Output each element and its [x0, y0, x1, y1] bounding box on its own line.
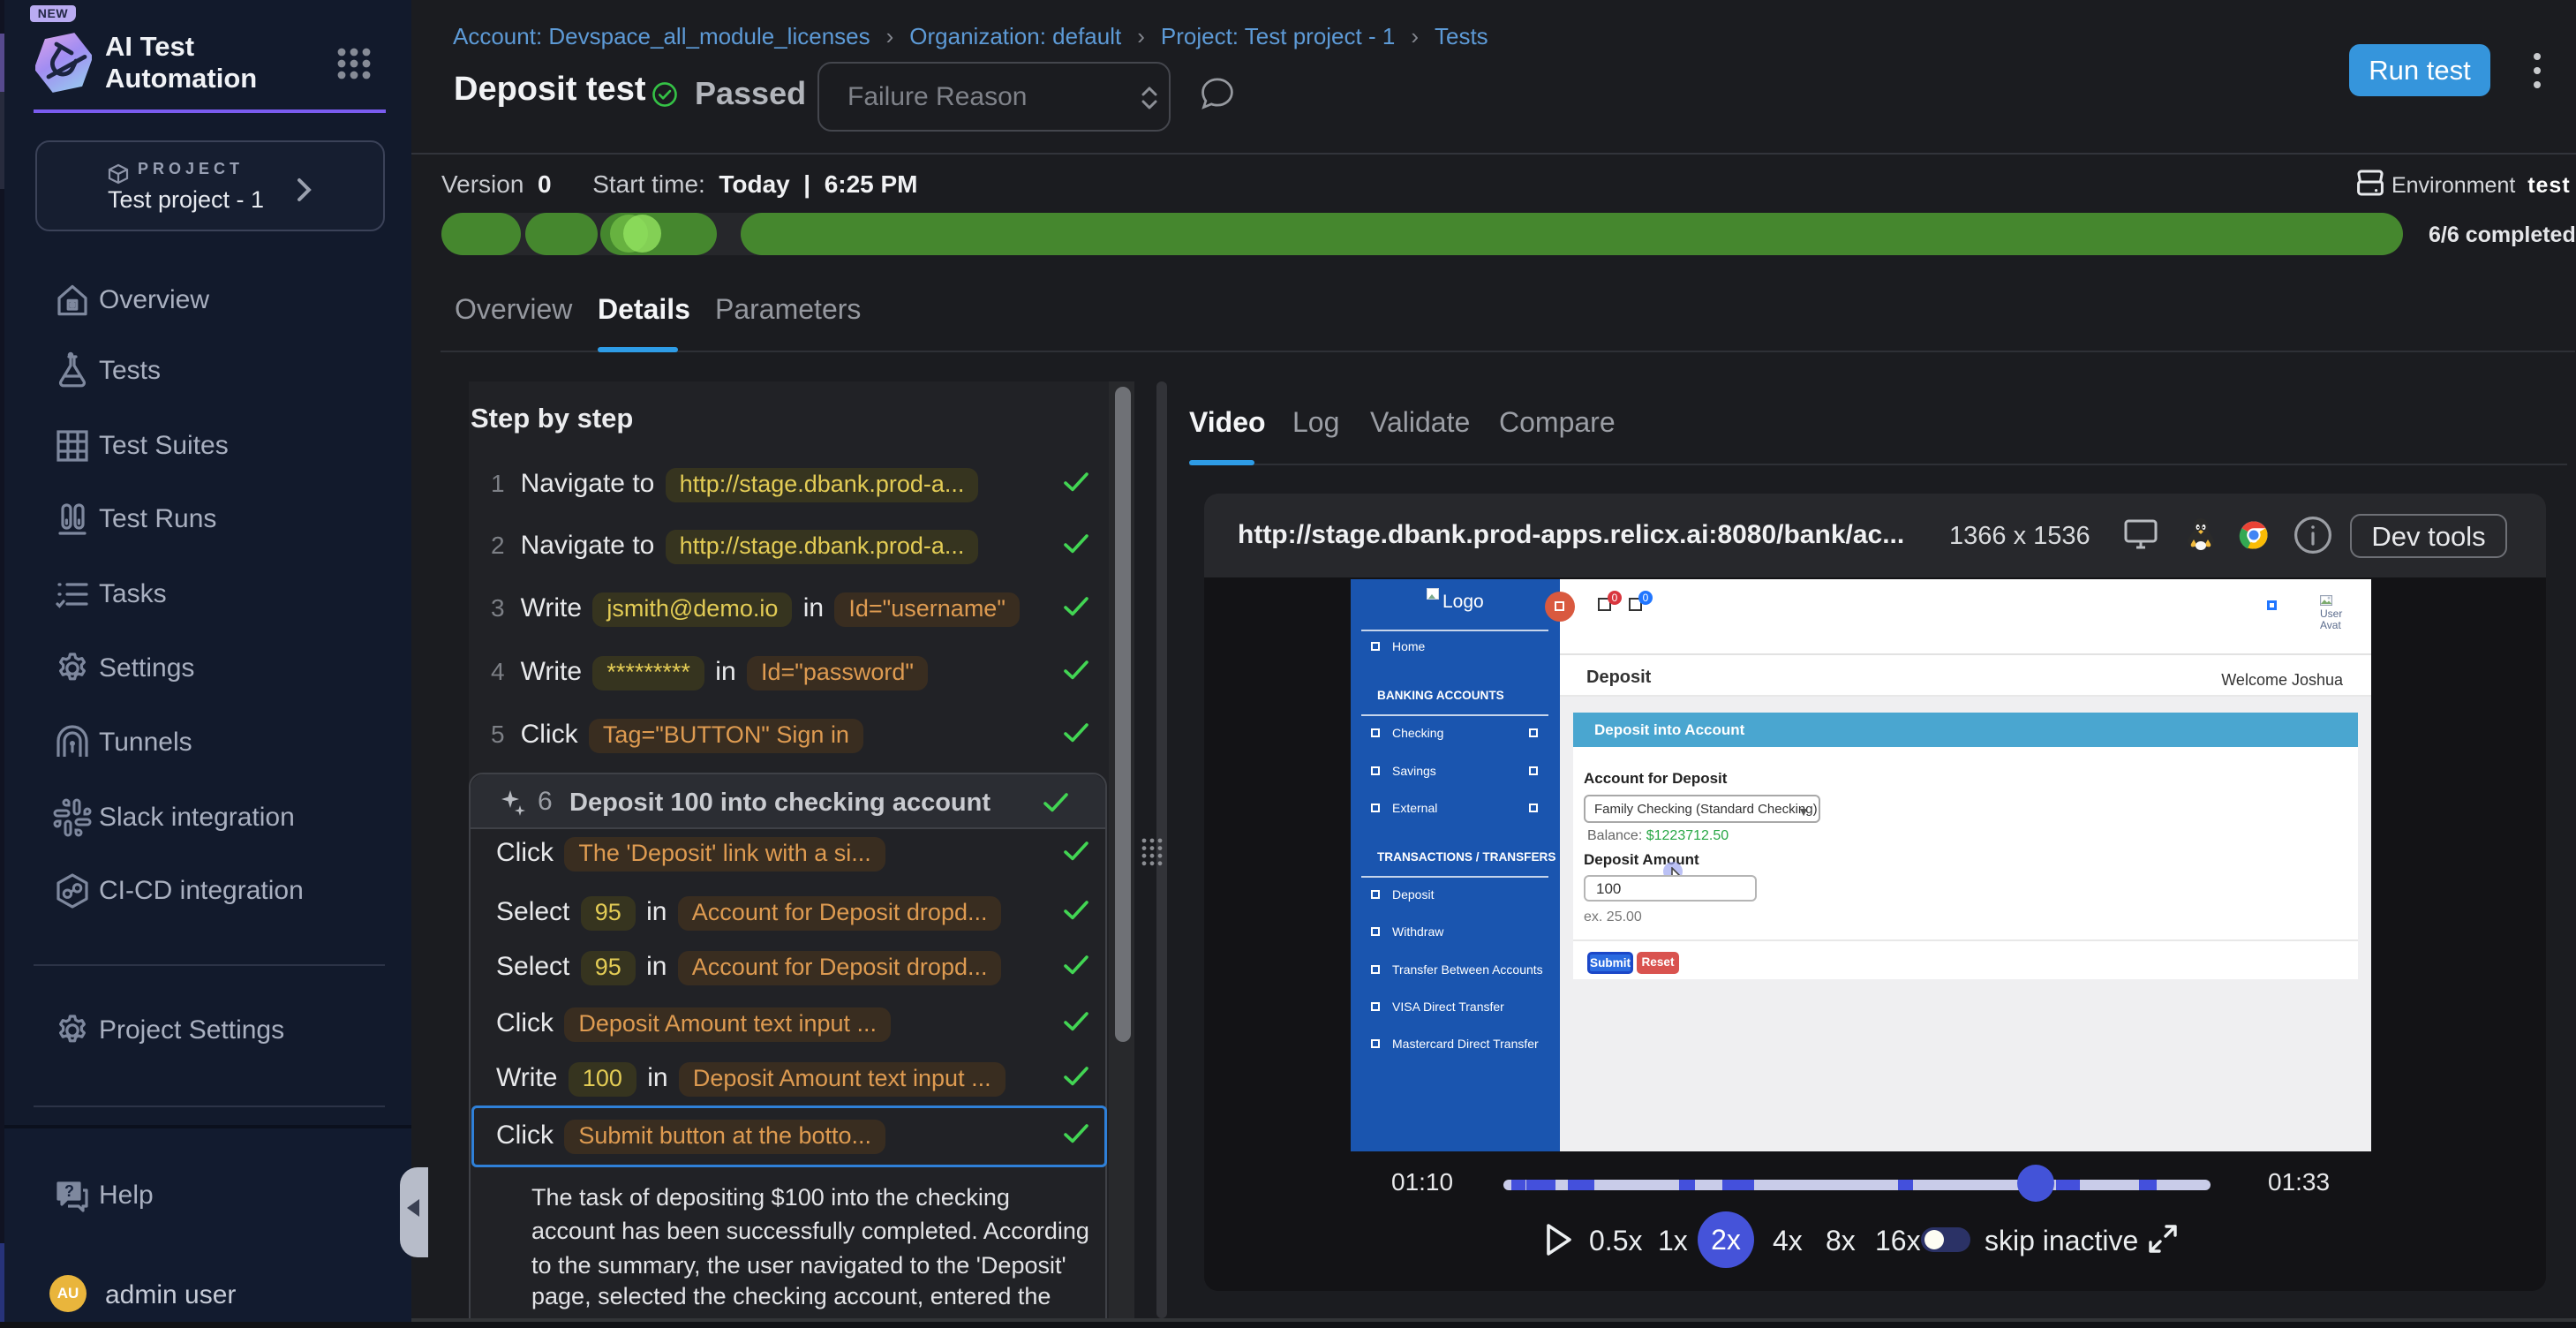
- svg-text:?: ?: [64, 1182, 74, 1200]
